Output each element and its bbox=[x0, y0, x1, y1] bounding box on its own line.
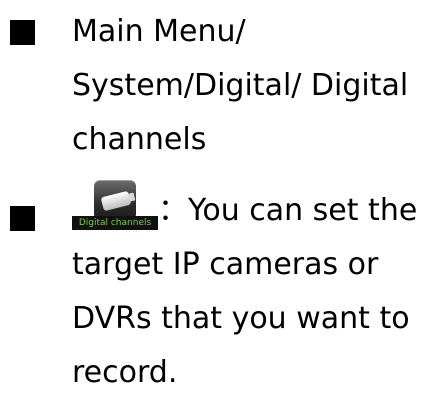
text-line: Main Menu/ bbox=[72, 14, 246, 49]
text-line: DVRs that you want to bbox=[72, 301, 410, 336]
bullet-square-icon bbox=[10, 20, 35, 45]
text-line: Digital channels ：You can set the bbox=[72, 180, 424, 238]
text-line: System/Digital/ Digital bbox=[72, 68, 409, 103]
document-page: Main Menu/ System/Digital/ Digital chann… bbox=[0, 0, 430, 394]
icon-label: Digital channels bbox=[72, 216, 158, 230]
bullet-text: Digital channels ：You can set the target… bbox=[72, 180, 424, 400]
bullet-text: Main Menu/ System/Digital/ Digital chann… bbox=[72, 5, 424, 167]
digital-channels-icon: Digital channels bbox=[72, 180, 158, 238]
text-line-suffix: ：You can set the bbox=[158, 193, 418, 228]
bullet-square-icon bbox=[10, 206, 35, 231]
text-line: channels bbox=[72, 122, 207, 157]
text-line: record. bbox=[72, 355, 178, 390]
text-line: target IP cameras or bbox=[72, 247, 379, 282]
